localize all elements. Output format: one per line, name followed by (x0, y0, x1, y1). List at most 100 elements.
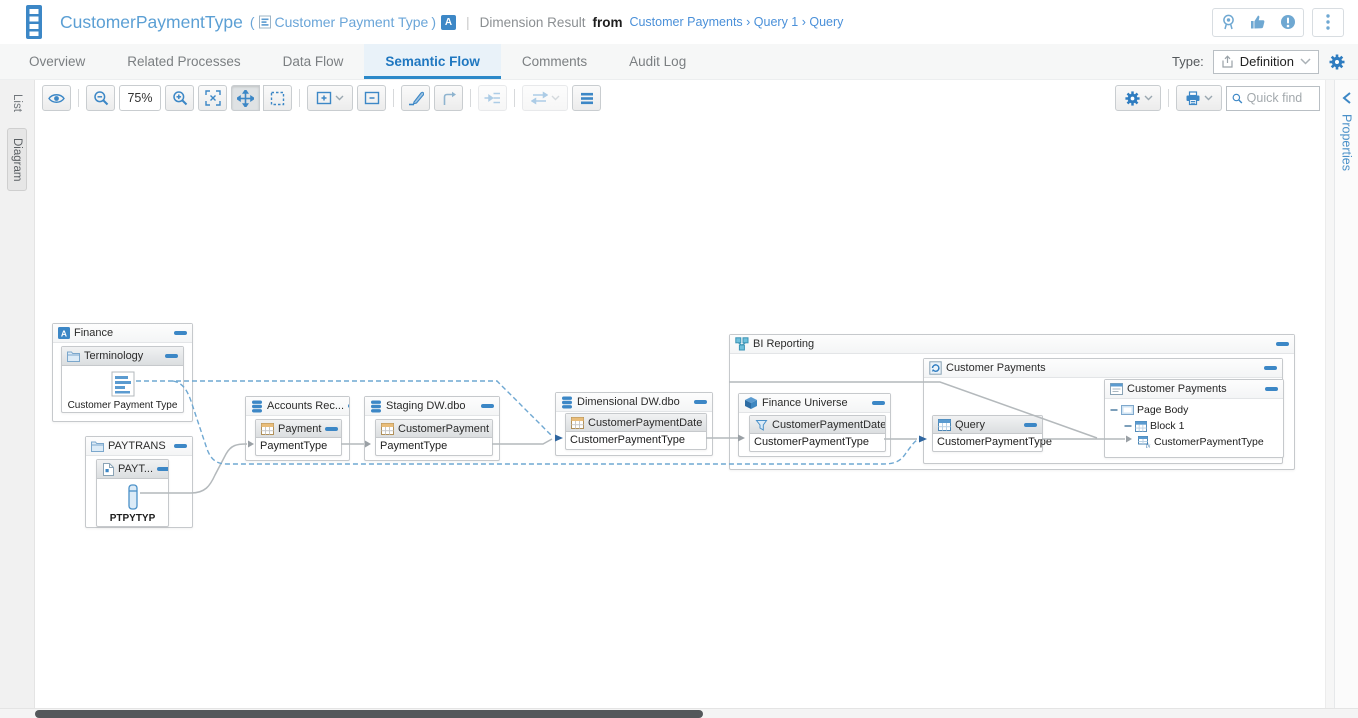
expand-nodes-button[interactable] (307, 85, 353, 111)
alias-close-paren: ) (431, 14, 437, 30)
collapse-button[interactable] (481, 404, 494, 408)
folder-icon (91, 441, 104, 452)
report-tree: Page Body Block 1 fx CustomerPaymentType (1105, 399, 1283, 450)
query-result-row[interactable]: CustomerPaymentType (933, 434, 1052, 450)
like-button[interactable] (1243, 9, 1273, 36)
diagram-canvas[interactable]: 75% Quick find A Finance Terminology Cus… (35, 80, 1334, 708)
tab-related-processes[interactable]: Related Processes (106, 44, 261, 79)
orthogonal-routing-button[interactable] (434, 85, 463, 111)
certify-button[interactable] (1213, 9, 1243, 36)
collapse-button[interactable] (1024, 422, 1037, 427)
diagram-view-tab[interactable]: Diagram (7, 127, 27, 192)
diagram-settings-button[interactable] (1115, 85, 1161, 111)
show-overview-button[interactable] (42, 85, 71, 111)
type-select[interactable]: Definition (1212, 49, 1319, 74)
breadcrumb[interactable]: Customer Payments › Query 1 › Query (629, 15, 843, 29)
collapse-nodes-button[interactable] (357, 85, 386, 111)
finance-universe-box[interactable]: Finance Universe CustomerPaymentDate Cus… (738, 393, 891, 457)
marquee-select-button[interactable] (263, 85, 292, 111)
impact-lineage-button[interactable] (478, 85, 507, 111)
dimension-row[interactable]: CustomerPaymentType (750, 434, 885, 450)
highlight-path-button[interactable] (401, 85, 430, 111)
swap-direction-button[interactable] (522, 85, 568, 111)
customer-payments-document-box[interactable]: Customer Payments Query CustomerPaymentT… (923, 358, 1284, 464)
collapse-button[interactable] (174, 444, 187, 448)
fit-to-screen-button[interactable] (198, 85, 227, 111)
accounts-container[interactable]: Accounts Rec... Payment PaymentType (245, 396, 350, 461)
tab-bar: Overview Related Processes Data Flow Sem… (0, 44, 1358, 80)
type-value: Definition (1239, 54, 1294, 69)
column-node[interactable]: PTPYTYP (97, 479, 168, 524)
universe-dimension-box[interactable]: CustomerPaymentDate CustomerPaymentType (749, 415, 886, 452)
staging-container[interactable]: Staging DW.dbo CustomerPayment PaymentTy… (364, 396, 500, 461)
print-button[interactable] (1176, 85, 1222, 111)
tree-collapse-icon[interactable] (1124, 422, 1132, 430)
issues-button[interactable] (1273, 9, 1303, 36)
tree-node-customerpaymenttype[interactable]: fx CustomerPaymentType (1110, 434, 1283, 450)
tree-node-page-body[interactable]: Page Body (1110, 402, 1283, 418)
table-title: CustomerPaymentDate (772, 418, 885, 431)
tree-node-block-1[interactable]: Block 1 (1110, 418, 1283, 434)
payt-file-box[interactable]: PAYT... PTPYTYP (96, 459, 169, 527)
term-node[interactable]: Customer Payment Type (62, 366, 183, 411)
table-icon (381, 422, 394, 435)
page-settings-gear-icon[interactable] (1328, 53, 1346, 71)
universe-cube-icon (744, 396, 758, 410)
bi-reporting-container[interactable]: BI Reporting Finance Universe CustomerPa… (729, 334, 1295, 470)
tab-semantic-flow[interactable]: Semantic Flow (364, 44, 501, 79)
collapse-button[interactable] (1276, 342, 1289, 346)
collapse-button[interactable] (165, 354, 178, 358)
horizontal-scrollbar-thumb[interactable] (35, 710, 703, 718)
column-row[interactable]: CustomerPaymentType (566, 432, 706, 448)
properties-tab[interactable]: Properties (1340, 114, 1354, 171)
dimension-funnel-icon (755, 419, 768, 431)
collapse-button[interactable] (694, 400, 707, 404)
tree-collapse-icon[interactable] (1110, 406, 1118, 414)
collapse-button[interactable] (872, 401, 885, 405)
tab-overview[interactable]: Overview (8, 44, 106, 79)
collapse-left-icon[interactable] (1341, 92, 1352, 104)
chevron-down-icon (1204, 95, 1213, 101)
legend-button[interactable] (572, 85, 601, 111)
query-box[interactable]: Query CustomerPaymentType (932, 415, 1052, 452)
box-title: Terminology (84, 350, 144, 362)
zoom-in-button[interactable] (165, 85, 194, 111)
pan-mode-button[interactable] (231, 85, 260, 111)
list-view-tab[interactable]: List (11, 94, 23, 112)
zoom-out-button[interactable] (86, 85, 115, 111)
column-row[interactable]: PaymentType (376, 438, 492, 454)
collapse-button[interactable] (325, 426, 339, 431)
customerpayment-table-box[interactable]: CustomerPayment PaymentType (375, 419, 493, 456)
paytrans-container[interactable]: PAYTRANS PAYT... PTPYTYP (85, 436, 193, 528)
terminology-box[interactable]: Terminology Customer Payment Type (61, 346, 184, 413)
tab-comments[interactable]: Comments (501, 44, 608, 79)
menu-lines-icon (580, 92, 593, 104)
column-row[interactable]: PaymentType (256, 438, 341, 454)
chevron-down-icon (335, 95, 344, 101)
dimensional-container[interactable]: Dimensional DW.dbo CustomerPaymentDate C… (555, 392, 713, 456)
horizontal-scrollbar-track[interactable] (0, 708, 1358, 718)
tab-data-flow[interactable]: Data Flow (262, 44, 365, 79)
more-actions-button[interactable] (1313, 9, 1343, 36)
collapse-button[interactable] (157, 467, 168, 471)
zoom-out-icon (93, 91, 108, 106)
collapse-button[interactable] (1264, 366, 1277, 370)
container-title: Staging DW.dbo (386, 400, 466, 412)
collapse-button[interactable] (348, 404, 349, 408)
quick-find-input[interactable] (1246, 91, 1314, 105)
business-term-icon (110, 371, 136, 397)
customerpaymentdate-table-box[interactable]: CustomerPaymentDate CustomerPaymentType (565, 413, 707, 450)
zoom-level-input[interactable]: 75% (119, 85, 161, 111)
report-box[interactable]: Customer Payments Page Body Block 1 fx C… (1104, 379, 1284, 458)
gear-icon (1124, 90, 1140, 106)
term-document-icon (258, 15, 272, 29)
collapse-button[interactable] (1265, 387, 1278, 391)
author-badge: A (441, 14, 457, 30)
collapse-button[interactable] (174, 331, 187, 335)
vertical-scrollbar[interactable] (1325, 80, 1334, 708)
payment-table-box[interactable]: Payment PaymentType (255, 419, 342, 456)
table-title: CustomerPaymentDate (588, 416, 703, 429)
finance-container[interactable]: A Finance Terminology Customer Payment T… (52, 323, 193, 422)
diagram-toolbar: 75% (42, 84, 1320, 112)
tab-audit-log[interactable]: Audit Log (608, 44, 707, 79)
